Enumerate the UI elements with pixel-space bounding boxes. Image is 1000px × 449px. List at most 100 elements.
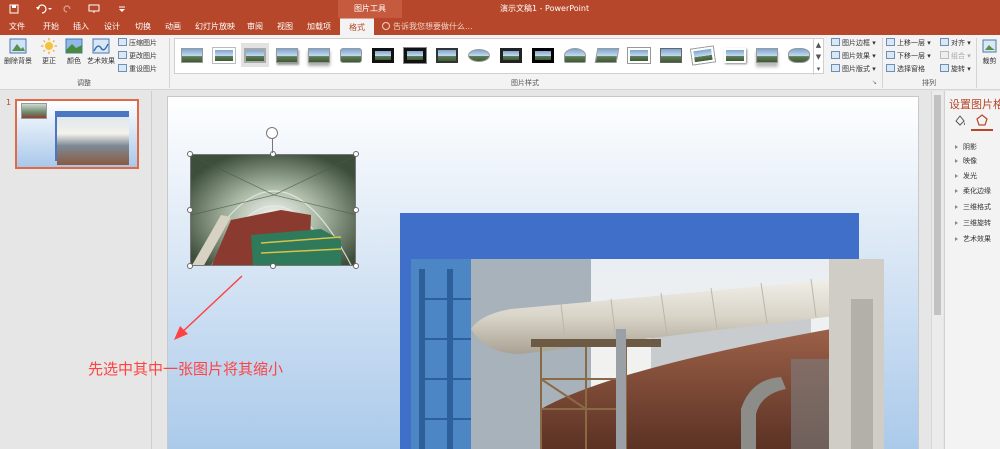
align-button[interactable]: 对齐 ▾ [940,37,971,49]
resize-handle-top[interactable] [270,151,276,157]
picture-style-5[interactable] [305,43,333,67]
crop-button[interactable]: 裁剪 [979,38,1000,66]
crop-label: 裁剪 [982,57,997,65]
tab-view[interactable]: 视图 [272,18,298,35]
rotary-kiln-picture[interactable] [411,259,884,449]
undo-icon[interactable] [34,3,54,15]
pane-item-label: 发光 [963,172,977,180]
send-backward-button[interactable]: 下移一层 ▾ [886,50,931,62]
resize-handle-top-right[interactable] [353,151,359,157]
pane-item-artistic-effects[interactable]: 艺术效果 [955,232,991,246]
picture-layout-button[interactable]: 图片版式 ▾ [831,63,876,75]
pane-item-3d-format[interactable]: 三维格式 [955,200,991,214]
picture-border-label: 图片边框 [842,39,870,47]
tab-design[interactable]: 设计 [99,18,125,35]
gallery-more[interactable]: ▾ [813,63,823,75]
tab-file[interactable]: 文件 [4,18,30,35]
effects-icon[interactable] [975,113,989,127]
picture-effects-button[interactable]: 图片效果 ▾ [831,50,876,62]
picture-style-12[interactable] [529,43,557,67]
rotate-label: 旋转 [951,65,965,73]
remove-background-button[interactable]: 删除背景 [3,38,33,66]
crop-icon [982,39,996,53]
pane-item-reflection[interactable]: 映像 [955,154,977,168]
change-picture-button[interactable]: 更改图片 [118,50,157,62]
picture-effects-icon [831,51,840,59]
picture-style-6[interactable] [337,43,365,67]
picture-style-17[interactable] [689,43,717,67]
expand-arrow-icon [955,205,958,209]
tab-transitions[interactable]: 切换 [130,18,156,35]
picture-style-1[interactable] [178,43,206,67]
gallery-scroll-down[interactable]: ▼ [813,51,823,63]
fill-line-icon[interactable] [953,113,967,127]
picture-style-10[interactable] [465,43,493,67]
align-label: 对齐 [951,39,965,47]
picture-style-9[interactable] [433,43,461,67]
powerpoint-window: 图片工具 演示文稿1 - PowerPoint 文件 开始 插入 设计 切换 动… [0,0,1000,449]
rotate-handle-icon[interactable] [266,127,278,139]
picture-style-20[interactable] [785,43,813,67]
pane-item-label: 阴影 [963,143,977,151]
tab-animations[interactable]: 动画 [160,18,186,35]
picture-style-13[interactable] [561,43,589,67]
rotate-button[interactable]: 旋转 ▾ [940,63,971,75]
chevron-down-icon: ▾ [965,39,971,47]
slide-thumbnail[interactable] [15,99,139,169]
picture-style-11[interactable] [497,43,525,67]
start-from-beginning-icon[interactable] [88,3,100,15]
tab-add-ins[interactable]: 加载项 [303,18,335,35]
tab-format[interactable]: 格式 [340,18,374,35]
picture-style-19[interactable] [753,43,781,67]
picture-style-15[interactable] [625,43,653,67]
pane-item-3d-rotation[interactable]: 三维旋转 [955,216,991,230]
picture-style-16[interactable] [657,43,685,67]
picture-style-2[interactable] [210,43,238,67]
group-separator [882,38,883,88]
redo-icon[interactable] [62,3,74,15]
expand-arrow-icon [955,159,958,163]
picture-style-14[interactable] [593,43,621,67]
selection-pane-button[interactable]: 选择窗格 [886,63,925,75]
picture-style-3[interactable] [241,43,269,67]
compress-pictures-button[interactable]: 压缩图片 [118,37,157,49]
tab-review[interactable]: 审阅 [242,18,268,35]
corrections-button[interactable]: 更正 [38,38,60,66]
bring-forward-button[interactable]: 上移一层 ▾ [886,37,931,49]
pane-item-glow[interactable]: 发光 [955,169,977,183]
picture-style-7[interactable] [369,43,397,67]
resize-handle-bottom-right[interactable] [353,263,359,269]
change-picture-label: 更改图片 [129,52,157,60]
tab-home[interactable]: 开始 [38,18,64,35]
save-icon[interactable] [8,3,20,15]
title-bar: 图片工具 演示文稿1 - PowerPoint [0,0,1000,18]
tell-me-search[interactable]: 告诉我您想要做什么... [382,18,473,35]
chevron-down-icon: ▾ [870,65,876,73]
resize-handle-left[interactable] [187,207,193,213]
resize-handle-top-left[interactable] [187,151,193,157]
resize-handle-right[interactable] [353,207,359,213]
reset-picture-button[interactable]: 重设图片 [118,63,157,75]
selected-small-picture[interactable] [190,154,356,266]
picture-style-8[interactable] [401,43,429,67]
picture-border-button[interactable]: 图片边框 ▾ [831,37,876,49]
tab-insert[interactable]: 插入 [68,18,94,35]
picture-styles-gallery[interactable]: ▲ ▼ ▾ [174,38,824,75]
picture-style-4[interactable] [273,43,301,67]
vertical-scrollbar[interactable] [931,91,943,449]
pane-item-shadow[interactable]: 阴影 [955,140,977,154]
picture-styles-dialog-launcher[interactable]: ↘ [872,78,877,88]
pane-item-soft-edges[interactable]: 柔化边缘 [955,184,991,198]
color-button[interactable]: 颜色 [63,38,85,66]
resize-handle-bottom-left[interactable] [187,263,193,269]
expand-arrow-icon [955,145,958,149]
artistic-effects-button[interactable]: 艺术效果 [86,38,116,66]
tab-slide-show[interactable]: 幻灯片放映 [192,18,238,35]
resize-handle-bottom[interactable] [270,263,276,269]
bring-forward-icon [886,38,895,46]
customize-qat-icon[interactable] [116,3,128,15]
picture-style-18[interactable] [721,43,749,67]
scrollbar-thumb[interactable] [934,95,941,315]
group-button[interactable]: 组合 ▾ [940,50,971,62]
gallery-scroll-up[interactable]: ▲ [813,39,823,51]
